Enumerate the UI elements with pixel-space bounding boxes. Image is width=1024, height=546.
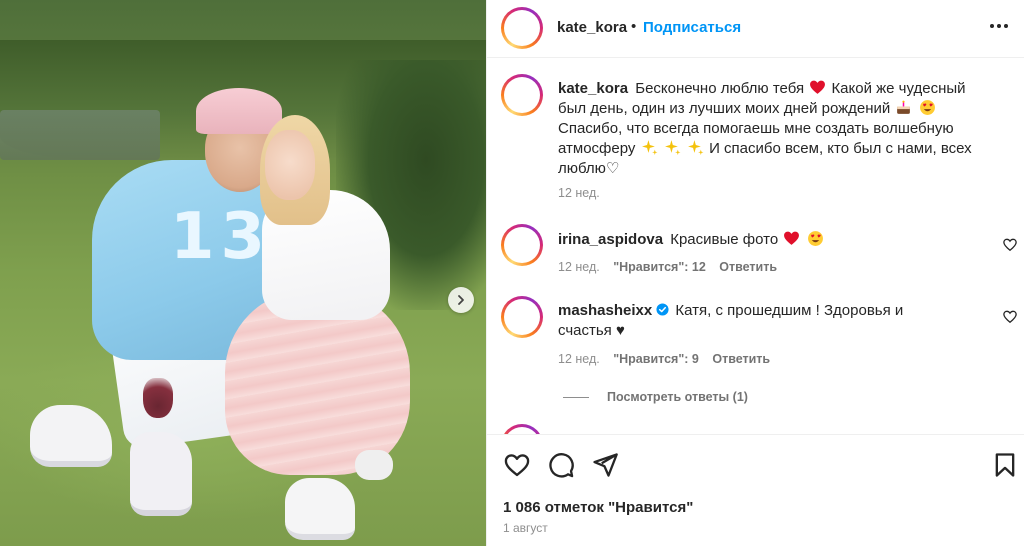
photo-wine-glass xyxy=(143,378,173,418)
photo-cap xyxy=(196,88,282,134)
photo-bench xyxy=(0,110,160,160)
chevron-right-icon xyxy=(458,295,464,305)
next-photo-button[interactable] xyxy=(448,287,474,313)
photo-sneaker xyxy=(355,450,393,480)
view-replies-button[interactable]: Посмотреть ответы (1) xyxy=(563,390,748,404)
sparkles-icon xyxy=(664,140,681,155)
reply-button[interactable]: Ответить xyxy=(712,352,770,366)
separator-dot: • xyxy=(631,18,637,35)
red-heart-icon xyxy=(810,80,826,94)
caption-meta: 12 нед. xyxy=(558,186,610,200)
comment-time: 12 нед. xyxy=(558,352,600,366)
sparkles-icon xyxy=(641,140,658,155)
avatar[interactable] xyxy=(501,7,543,49)
more-options-button[interactable] xyxy=(987,14,1011,38)
avatar[interactable] xyxy=(501,296,543,338)
comment-time: 12 нед. xyxy=(558,260,600,274)
comment-username[interactable]: mashasheixx xyxy=(558,302,652,319)
comments-list[interactable]: kate_kora Бесконечно люблю тебя Какой же… xyxy=(487,58,1024,434)
caption-username[interactable]: kate_kora xyxy=(558,80,628,97)
caption-part: Бесконечно люблю тебя xyxy=(635,80,805,97)
likes-count[interactable]: 1 086 отметок "Нравится" xyxy=(503,499,693,516)
comment-username[interactable]: irina_aspidova xyxy=(558,231,663,248)
red-heart-icon xyxy=(784,231,800,245)
post-details-panel: kate_kora • Подписаться kate_kora Бескон… xyxy=(486,0,1024,546)
avatar[interactable] xyxy=(501,424,543,434)
share-icon[interactable] xyxy=(591,451,619,479)
comment-likes[interactable]: "Нравится": 12 xyxy=(613,260,706,274)
heart-eyes-icon xyxy=(807,231,823,246)
post-date: 1 август xyxy=(503,521,548,535)
view-replies-label: Посмотреть ответы (1) xyxy=(607,390,748,404)
photo-sneaker xyxy=(285,478,355,540)
heart-icon[interactable] xyxy=(503,451,531,479)
like-comment-heart-icon[interactable] xyxy=(1003,310,1017,324)
photo-sneaker xyxy=(30,405,112,467)
avatar[interactable] xyxy=(501,74,543,116)
verified-badge-icon xyxy=(656,303,669,316)
follow-button[interactable]: Подписаться xyxy=(643,19,741,36)
like-comment-heart-icon[interactable] xyxy=(1003,238,1017,252)
more-horizontal-icon xyxy=(990,24,1008,28)
comment-meta: 12 нед. "Нравится": 9 Ответить xyxy=(558,352,780,366)
comment-likes[interactable]: "Нравится": 9 xyxy=(613,352,699,366)
post-header: kate_kora • Подписаться xyxy=(487,0,1024,58)
comment-icon[interactable] xyxy=(547,451,575,479)
sparkles-icon xyxy=(687,140,704,155)
bookmark-icon[interactable] xyxy=(991,451,1019,479)
post-actions-bar: 1 086 отметок "Нравится" 1 август xyxy=(487,434,1024,546)
photo-sneaker xyxy=(130,432,192,516)
reply-button[interactable]: Ответить xyxy=(719,260,777,274)
heart-eyes-icon xyxy=(919,100,935,115)
caption-time: 12 нед. xyxy=(558,186,600,200)
comment-body: Красивые фото xyxy=(670,231,779,248)
caption-text: kate_kora Бесконечно люблю тебя Какой же… xyxy=(558,79,978,179)
cake-icon xyxy=(897,100,911,114)
photo-woman-face xyxy=(265,130,315,200)
comment-meta: 12 нед. "Нравится": 12 Ответить xyxy=(558,260,787,274)
avatar[interactable] xyxy=(501,224,543,266)
comment-text: irina_aspidova Красивые фото xyxy=(558,230,978,250)
comment-text: mashasheixx Катя, с прошедшим ! Здоровья… xyxy=(558,301,938,341)
author-username[interactable]: kate_kora xyxy=(557,19,627,36)
view-replies-line xyxy=(563,396,589,398)
post-photo[interactable]: 13 xyxy=(0,0,486,546)
